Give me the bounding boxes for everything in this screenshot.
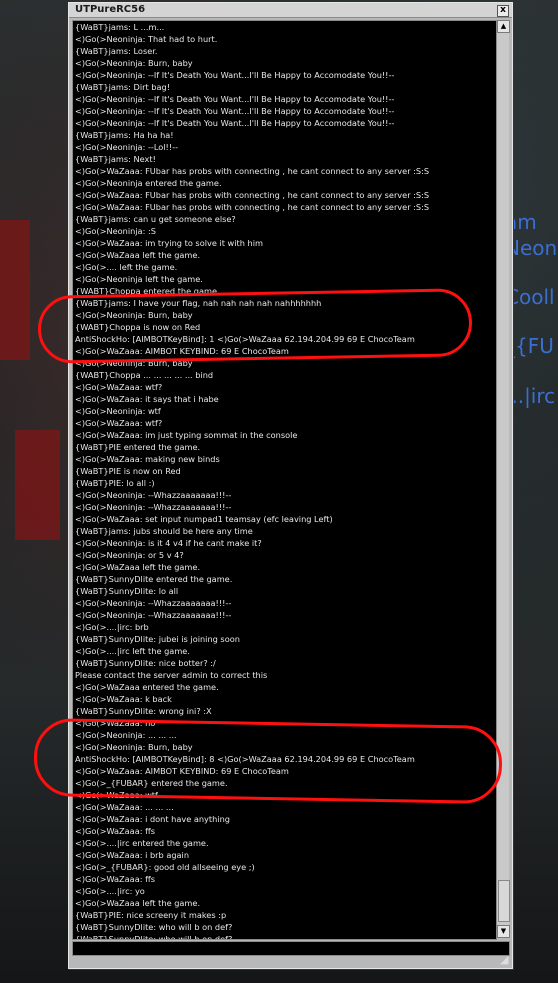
log-line: <)Go(>WaZaaa: it says that i habe (75, 394, 219, 404)
log-line: <)Go(>WaZaaa: making new binds (75, 454, 220, 464)
log-line: {WaBT}SunnyDlite entered the game. (75, 574, 233, 584)
log-line: <)Go(>WaZaaa entered the game. (75, 682, 219, 692)
log-line: <)Go(>WaZaaa: wtf? (75, 382, 163, 392)
log-line: {WaBT}SunnyDlite: lo all (75, 586, 179, 596)
log-line: {WABT}Choppa ... ... ... ... ... bind (75, 370, 214, 380)
log-line: <)Go(>WaZaaa: k back (75, 694, 172, 704)
log-line: {WaBT}SunnyDlite: who will b on def? (75, 922, 233, 932)
background-red-wall (15, 430, 60, 540)
log-line: <)Go(>WaZaaa: ffs (75, 874, 155, 884)
log-line: <)Go(>.... left the game. (75, 262, 178, 272)
log-line: <)Go(>Neoninja: wtf (75, 406, 161, 416)
log-line: {WaBT}SunnyDlite: jubei is joining soon (75, 634, 240, 644)
log-line: <)Go(>WaZaaa: ffs (75, 826, 155, 836)
log-line: <)Go(>....|irc: brb (75, 622, 149, 632)
log-line: {WaBT}jams: jubs should be here any time (75, 526, 253, 536)
log-line: {WaBT}PIE: lo all :) (75, 478, 155, 488)
log-line: <)Go(>WaZaaa left the game. (75, 562, 201, 572)
log-line: <)Go(>WaZaaa: i dont have anything (75, 814, 230, 824)
scroll-up-icon[interactable]: ▲ (497, 20, 510, 33)
log-line: <)Go(>Neoninja left the game. (75, 274, 203, 284)
log-line: <)Go(>....|irc: yo (75, 886, 145, 896)
close-icon[interactable]: x (497, 5, 509, 17)
scroll-thumb[interactable] (498, 880, 510, 922)
log-line: <)Go(>Neoninja: --If It's Death You Want… (75, 106, 395, 116)
log-line: <)Go(>Neoninja: --If It's Death You Want… (75, 94, 395, 104)
log-line: {WaBT}jams: Loser. (75, 46, 158, 56)
log-line: <)Go(>WaZaaa: im trying to solve it with… (75, 238, 263, 248)
log-line: <)Go(>_{FUBAR}: good old allseeing eye ;… (75, 862, 255, 872)
log-line: <)Go(>Neoninja: --Whazzaaaaaaa!!!-- (75, 502, 232, 512)
log-line: <)Go(>Neoninja: --Lol!!-- (75, 142, 179, 152)
log-line: <)Go(>Neoninja: Burn, baby (75, 58, 193, 68)
log-line: <)Go(>....|irc left the game. (75, 646, 190, 656)
window-titlebar[interactable]: UTPureRC56 x (69, 3, 512, 18)
log-line: {WaBT}SunnyDlite: nice botter? :/ (75, 658, 216, 668)
window-title: UTPureRC56 (75, 4, 146, 15)
log-line: <)Go(>....|irc entered the game. (75, 838, 209, 848)
scroll-down-icon[interactable]: ▼ (497, 925, 510, 938)
log-line: <)Go(>Neoninja: --If It's Death You Want… (75, 118, 395, 128)
log-line: <)Go(>WaZaaa left the game. (75, 898, 201, 908)
log-line: {WaBT}SunnyDlite: wrong ini? :X (75, 706, 212, 716)
log-line: <)Go(>Neoninja entered the game. (75, 178, 222, 188)
log-line: <)Go(>Neoninja: --Whazzaaaaaaa!!!-- (75, 598, 232, 608)
vertical-scrollbar[interactable]: ▲ ▼ (496, 20, 510, 938)
log-line: <)Go(>WaZaaa left the game. (75, 250, 201, 260)
log-line: <)Go(>Neoninja: :S (75, 226, 156, 236)
log-line: <)Go(>WaZaaa: im just typing sommat in t… (75, 430, 298, 440)
log-line: <)Go(>WaZaaa: FUbar has probs with conne… (75, 190, 430, 200)
log-line: {WaBT}PIE is now on Red (75, 466, 181, 476)
log-line: <)Go(>Neoninja: --If It's Death You Want… (75, 70, 395, 80)
highlight-annotation (37, 288, 473, 364)
log-line: {WaBT}jams: Next! (75, 154, 156, 164)
console-window: UTPureRC56 x {WaBT}jams: L ...m... <)Go(>… (68, 2, 513, 969)
log-line: <)Go(>Neoninja: --Whazzaaaaaaa!!!-- (75, 610, 232, 620)
background-red-wall (0, 220, 30, 360)
log-line: {WaBT}PIE entered the game. (75, 442, 201, 452)
log-line: <)Go(>WaZaaa: FUbar has probs with conne… (75, 166, 430, 176)
log-line: <)Go(>Neoninja: or 5 v 4? (75, 550, 184, 560)
resize-grip-icon[interactable]: ◢ (500, 954, 512, 966)
log-line: {WaBT}PIE: nice screeny it makes :p (75, 910, 227, 920)
log-line: <)Go(>Neoninja: --Whazzaaaaaaa!!!-- (75, 490, 232, 500)
log-line: <)Go(>WaZaaa: FUbar has probs with conne… (75, 202, 430, 212)
log-line: <)Go(>Neoninja: That had to hurt. (75, 34, 218, 44)
log-line: {WaBT}jams: Ha ha ha! (75, 130, 174, 140)
log-line: <)Go(>WaZaaa: set input numpad1 teamsay … (75, 514, 333, 524)
log-line: {WaBT}jams: L ...m... (75, 22, 165, 32)
log-line: <)Go(>WaZaaa: wtf? (75, 418, 163, 428)
log-line: {WaBT}SunnyDlite: who will b on def? (75, 934, 233, 940)
log-line: Please contact the server admin to corre… (75, 670, 268, 680)
console-input[interactable] (72, 941, 510, 956)
highlight-annotation (33, 717, 503, 805)
log-line: <)Go(>Neoninja: is it 4 v4 if he cant ma… (75, 538, 262, 548)
log-line: {WaBT}jams: can u get someone else? (75, 214, 236, 224)
log-line: <)Go(>WaZaaa: i brb again (75, 850, 190, 860)
log-line: {WaBT}jams: Dirt bag! (75, 82, 170, 92)
